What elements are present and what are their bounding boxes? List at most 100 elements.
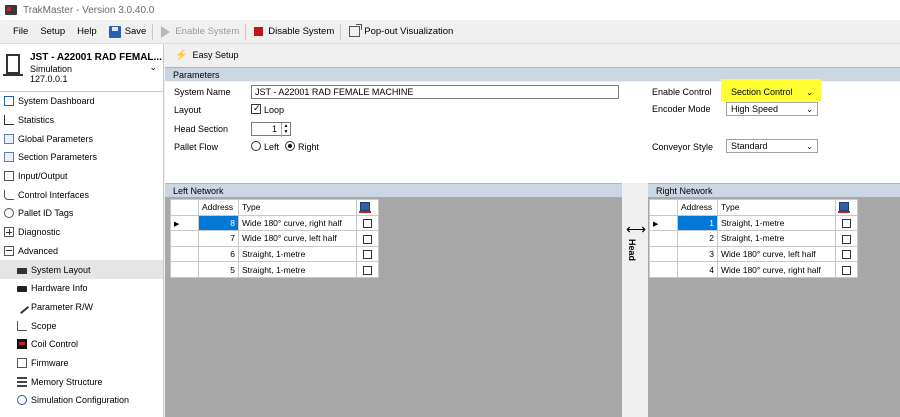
sidebar-item-control-interfaces[interactable]: Control Interfaces (0, 185, 163, 204)
address-cell[interactable]: 4 (677, 261, 718, 278)
left-network-grid: Address Type ▶ 8 Wide 180° curve, right … (165, 183, 622, 417)
sidebar-item-scope[interactable]: Scope (0, 316, 163, 335)
popout-visualization-button[interactable]: Pop-out Visualization (345, 23, 457, 41)
sidebar-item-label: System Dashboard (18, 96, 95, 107)
type-cell[interactable]: Straight, 1-metre (717, 214, 836, 232)
sidebar-item-pallet-id-tags[interactable]: Pallet ID Tags (0, 204, 163, 223)
sidebar-item-input-output[interactable]: Input/Output (0, 167, 163, 186)
system-name-field[interactable]: JST - A22001 RAD FEMALE MACHINE (251, 85, 619, 99)
row-checkbox[interactable] (842, 219, 851, 229)
column-header-address[interactable]: Address (198, 199, 239, 216)
sidebar-item-diagnostic[interactable]: Diagnostic (0, 223, 163, 242)
type-cell[interactable]: Wide 180° curve, right half (717, 261, 836, 278)
row-selector[interactable]: ▶ (170, 214, 199, 232)
row-checkbox[interactable] (842, 265, 851, 275)
head-section-stepper[interactable]: 1 ▲ ▼ (251, 122, 291, 137)
spinner-arrows-icon[interactable]: ▲ ▼ (281, 123, 290, 137)
column-header-visualization[interactable] (356, 199, 379, 216)
right-network-grid: Address Type ▶ 1 Straight, 1-metre 2 Str… (648, 183, 900, 417)
sidebar-item-label: Section Parameters (18, 152, 98, 163)
expand-icon[interactable] (4, 227, 14, 238)
system-name-label: System Name (174, 87, 231, 97)
enable-system-button[interactable]: Enable System (157, 23, 243, 41)
table-row[interactable]: 2 Straight, 1-metre (649, 230, 858, 247)
column-header-type[interactable]: Type (717, 199, 836, 216)
address-cell[interactable]: 7 (198, 230, 239, 247)
sidebar-item-label: Memory Structure (31, 376, 103, 387)
address-cell[interactable]: 6 (198, 245, 239, 263)
right-network-table: Address Type ▶ 1 Straight, 1-metre 2 Str… (649, 199, 858, 278)
sidebar-item-memory-structure[interactable]: Memory Structure (0, 372, 163, 391)
menu-setup[interactable]: Setup (34, 26, 71, 37)
sidebar-item-label: Scope (31, 320, 57, 331)
row-checkbox[interactable] (363, 219, 372, 229)
sidebar-item-system-layout[interactable]: System Layout (0, 260, 163, 279)
type-cell[interactable]: Wide 180° curve, right half (238, 214, 357, 232)
row-selector[interactable] (170, 261, 199, 278)
row-selector[interactable] (170, 245, 199, 263)
save-button[interactable]: Save (105, 23, 151, 41)
enable-control-select[interactable]: Section Control ⌄ (726, 85, 818, 99)
row-selector[interactable]: ▶ (649, 214, 678, 232)
table-row[interactable]: 3 Wide 180° curve, left half (649, 245, 858, 263)
type-cell[interactable]: Wide 180° curve, left half (238, 230, 357, 247)
sidebar-item-parameter-rw[interactable]: Parameter R/W (0, 298, 163, 317)
table-row[interactable]: 4 Wide 180° curve, right half (649, 261, 858, 278)
row-checkbox[interactable] (842, 250, 851, 260)
address-cell[interactable]: 2 (677, 230, 718, 247)
address-cell[interactable]: 1 (677, 214, 718, 232)
system-ip: 127.0.0.1 (30, 74, 68, 84)
menu-file[interactable]: File (0, 26, 34, 37)
loop-checkbox[interactable] (251, 103, 261, 114)
checklist-icon (4, 133, 14, 144)
table-row[interactable]: 7 Wide 180° curve, left half (170, 230, 379, 247)
sidebar-item-firmware[interactable]: Firmware (0, 354, 163, 373)
sidebar-item-hardware-info[interactable]: Hardware Info (0, 279, 163, 298)
sidebar-item-system-dashboard[interactable]: System Dashboard (0, 92, 163, 111)
row-checkbox[interactable] (842, 234, 851, 244)
row-selector[interactable] (649, 230, 678, 247)
chevron-down-icon: ⌄ (806, 142, 813, 151)
row-checkbox[interactable] (363, 234, 372, 244)
sidebar-item-statistics[interactable]: Statistics (0, 111, 163, 130)
column-header-visualization[interactable] (835, 199, 858, 216)
row-checkbox[interactable] (363, 265, 372, 275)
table-row[interactable]: ▶ 1 Straight, 1-metre (649, 214, 858, 232)
play-icon (161, 25, 171, 38)
pallet-flow-left-radio[interactable] (251, 141, 261, 151)
column-header-type[interactable]: Type (238, 199, 357, 216)
table-row[interactable]: ▶ 8 Wide 180° curve, right half (170, 214, 379, 232)
address-cell[interactable]: 8 (198, 214, 239, 232)
encoder-mode-value: High Speed (731, 104, 779, 114)
sidebar-item-section-parameters[interactable]: Section Parameters (0, 148, 163, 167)
type-cell[interactable]: Straight, 1-metre (238, 261, 357, 278)
sidebar-item-simulation-configuration[interactable]: Simulation Configuration (0, 391, 163, 410)
sidebar-item-global-parameters[interactable]: Global Parameters (0, 129, 163, 148)
table-row[interactable]: 6 Straight, 1-metre (170, 245, 379, 263)
sidebar-item-advanced[interactable]: Advanced (0, 242, 163, 261)
row-selector[interactable] (649, 245, 678, 263)
sidebar-item-coil-control[interactable]: Coil Control (0, 335, 163, 354)
table-row[interactable]: 5 Straight, 1-metre (170, 261, 379, 278)
row-checkbox-cell (356, 230, 379, 247)
address-cell[interactable]: 3 (677, 245, 718, 263)
type-cell[interactable]: Wide 180° curve, left half (717, 245, 836, 263)
chevron-down-icon[interactable]: ⌄ (149, 62, 157, 73)
row-selector[interactable] (170, 230, 199, 247)
double-arrow-icon: ⟷ (626, 221, 647, 237)
address-cell[interactable]: 5 (198, 261, 239, 278)
encoder-mode-select[interactable]: High Speed ⌄ (726, 102, 818, 116)
conveyor-style-select[interactable]: Standard ⌄ (726, 139, 818, 153)
type-cell[interactable]: Straight, 1-metre (238, 245, 357, 263)
disable-system-button[interactable]: Disable System (250, 23, 338, 41)
io-icon (4, 171, 14, 182)
row-checkbox[interactable] (363, 250, 372, 260)
menu-help[interactable]: Help (71, 26, 103, 37)
collapse-icon[interactable] (4, 245, 14, 256)
row-selector[interactable] (649, 261, 678, 278)
column-header-address[interactable]: Address (677, 199, 718, 216)
system-selector[interactable]: JST - A22001 RAD FEMAL... Simulation 127… (0, 44, 163, 92)
settings-icon (17, 395, 27, 406)
pallet-flow-right-radio[interactable] (285, 141, 295, 151)
type-cell[interactable]: Straight, 1-metre (717, 230, 836, 247)
